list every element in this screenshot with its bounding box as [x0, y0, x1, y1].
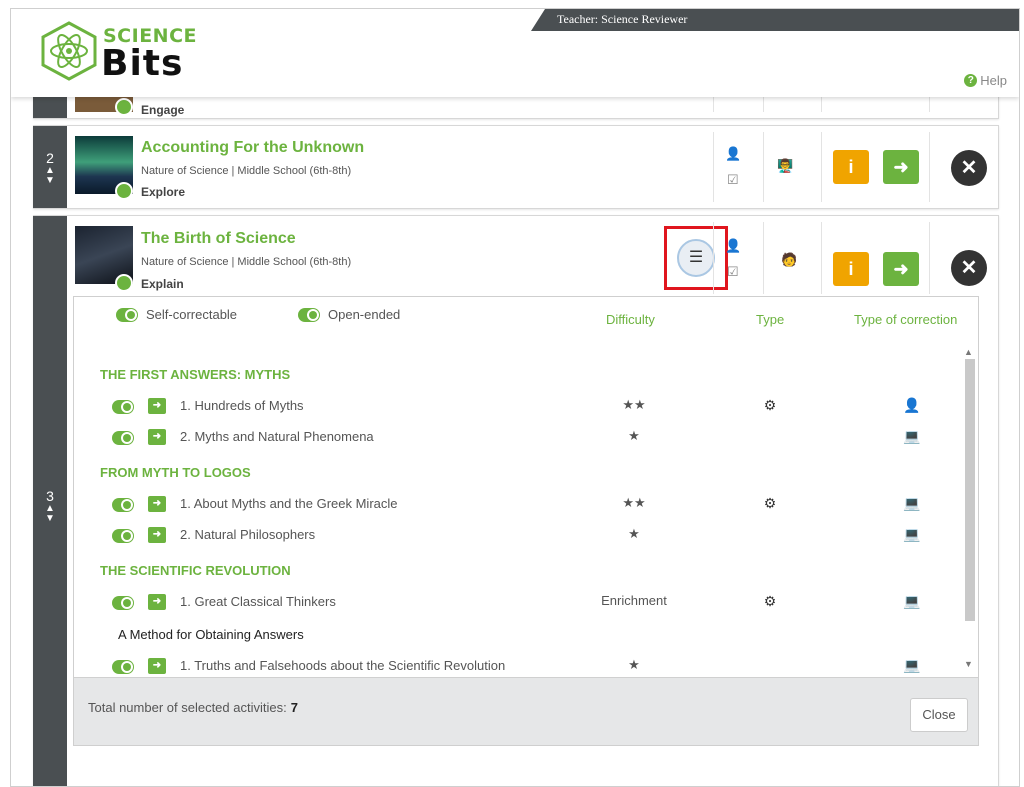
activity-title[interactable]: Accounting For the Unknown	[141, 139, 364, 157]
reorder-icon[interactable]: ▲ ▼	[33, 504, 67, 524]
laptop-icon: 💻	[903, 428, 921, 444]
digital-correction-icon[interactable]: ☑	[727, 172, 739, 188]
column-difficulty: Difficulty	[606, 312, 655, 327]
list-item: ➜ 2. Myths and Natural Phenomena ★ 💻	[112, 428, 960, 448]
help-link[interactable]: ? Help	[964, 73, 1007, 88]
column-type-of-correction: Type of correction	[854, 312, 958, 327]
activity-title[interactable]: The Birth of Science	[141, 230, 296, 248]
gears-icon: ⚙	[763, 495, 777, 511]
enter-icon[interactable]: ➜	[148, 398, 166, 414]
activity-list-panel: Self-correctable Open-ended Difficulty T…	[73, 296, 979, 746]
phase-label: Explain	[141, 277, 184, 291]
scroll-up-icon[interactable]: ▲	[964, 347, 973, 357]
enter-icon[interactable]: ➜	[148, 429, 166, 445]
list-item: ➜ 1. Hundreds of Myths ★★ ⚙ 👤	[112, 397, 960, 417]
help-label: Help	[980, 73, 1007, 88]
row-number-3[interactable]: 3 ▲ ▼	[33, 216, 67, 786]
close-button[interactable]: Close	[910, 698, 968, 732]
top-header: SCIENCE Bits Teacher: Science Reviewer ?…	[11, 9, 1019, 97]
item-toggle[interactable]	[112, 400, 134, 414]
legend-open-ended: Open-ended	[298, 307, 400, 322]
engage-icon	[115, 98, 133, 116]
list-item: ➜ 1. Great Classical Thinkers Enrichment…	[112, 593, 960, 613]
list-scrollbar[interactable]: ▲ ▼	[962, 345, 976, 675]
enter-icon[interactable]: ➜	[148, 594, 166, 610]
difficulty-stars: ★	[628, 657, 640, 672]
list-icon: ☰	[677, 239, 715, 277]
total-count: 7	[290, 700, 298, 715]
section-title: FROM MYTH TO LOGOS	[100, 465, 251, 480]
science-bits-logo-icon	[41, 21, 97, 81]
panel-footer: Total number of selected activities: 7 Cl…	[74, 677, 978, 745]
laptop-icon: 💻	[903, 657, 921, 673]
difficulty-stars: ★★	[622, 495, 646, 510]
help-icon: ?	[964, 74, 978, 87]
gears-icon: ⚙	[763, 397, 777, 413]
explain-icon	[115, 274, 133, 292]
assign-student-icon[interactable]: 👤	[725, 146, 741, 162]
item-toggle[interactable]	[112, 431, 134, 445]
phase-label: Engage	[141, 103, 185, 117]
info-button[interactable]: i	[833, 252, 869, 286]
activity-row-2: 2 ▲ ▼ Accounting For the Unknown Nature o…	[33, 125, 999, 209]
app-window: SCIENCE Bits Teacher: Science Reviewer ?…	[10, 8, 1020, 787]
teacher-present-icon[interactable]: 👨‍🏫	[777, 158, 793, 174]
difficulty-stars: ★	[628, 526, 640, 541]
remove-activity-button[interactable]: ✕	[951, 250, 987, 286]
panel-header: Self-correctable Open-ended Difficulty T…	[74, 297, 978, 337]
enter-icon[interactable]: ➜	[148, 496, 166, 512]
enter-button[interactable]: ➜	[883, 252, 919, 286]
activity-subtitle: Nature of Science | Middle School (6th-8…	[141, 256, 352, 268]
reorder-icon[interactable]: ▲ ▼	[33, 166, 67, 186]
difficulty-stars: ★	[628, 428, 640, 443]
list-item: ➜ 1. Truths and Falsehoods about the Sci…	[112, 657, 960, 675]
item-toggle[interactable]	[112, 596, 134, 610]
scroll-thumb[interactable]	[965, 359, 975, 621]
enter-button[interactable]: ➜	[883, 150, 919, 184]
section-title: THE SCIENTIFIC REVOLUTION	[100, 563, 291, 578]
column-type: Type	[756, 312, 785, 327]
phase-label: Explore	[141, 185, 186, 199]
toggle-icon	[116, 307, 138, 322]
remove-activity-button[interactable]: ✕	[951, 150, 987, 186]
scroll-down-icon[interactable]: ▼	[964, 659, 973, 669]
difficulty-stars: ★★	[622, 397, 646, 412]
gears-icon: ⚙	[763, 593, 777, 609]
row-number-2[interactable]: 2 ▲ ▼	[33, 126, 67, 208]
list-item: ➜ 1. About Myths and the Greek Miracle ★…	[112, 495, 960, 515]
activity-list: THE FIRST ANSWERS: MYTHS ➜ 1. Hundreds o…	[74, 341, 960, 675]
teacher-bar: Teacher: Science Reviewer	[531, 9, 1019, 31]
logo-bits-text: Bits	[101, 43, 184, 84]
digital-correction-icon[interactable]: ☑	[727, 264, 739, 280]
teacher-correction-icon: 👤	[903, 397, 921, 413]
enter-icon[interactable]: ➜	[148, 658, 166, 674]
info-button[interactable]: i	[833, 150, 869, 184]
assign-student-icon[interactable]: 👤	[725, 238, 741, 254]
item-toggle[interactable]	[112, 498, 134, 512]
section-title: THE FIRST ANSWERS: MYTHS	[100, 367, 291, 382]
item-toggle[interactable]	[112, 660, 134, 674]
toggle-icon	[298, 307, 320, 322]
enter-icon[interactable]: ➜	[148, 527, 166, 543]
laptop-icon: 💻	[903, 495, 921, 511]
subsection-title: A Method for Obtaining Answers	[118, 627, 304, 642]
item-toggle[interactable]	[112, 529, 134, 543]
explore-icon	[115, 182, 133, 200]
activity-subtitle: Nature of Science | Middle School (6th-8…	[141, 165, 352, 177]
teacher-present-icon[interactable]: 🧑	[781, 252, 797, 268]
list-item: ➜ 2. Natural Philosophers ★ 💻	[112, 526, 960, 546]
legend-self-correctable: Self-correctable	[116, 307, 237, 322]
total-selected: Total number of selected activities: 7	[88, 700, 298, 715]
laptop-icon: 💻	[903, 593, 921, 609]
laptop-icon: 💻	[903, 526, 921, 542]
difficulty-label: Enrichment	[601, 593, 667, 608]
activity-list-button[interactable]: ☰	[664, 226, 728, 290]
